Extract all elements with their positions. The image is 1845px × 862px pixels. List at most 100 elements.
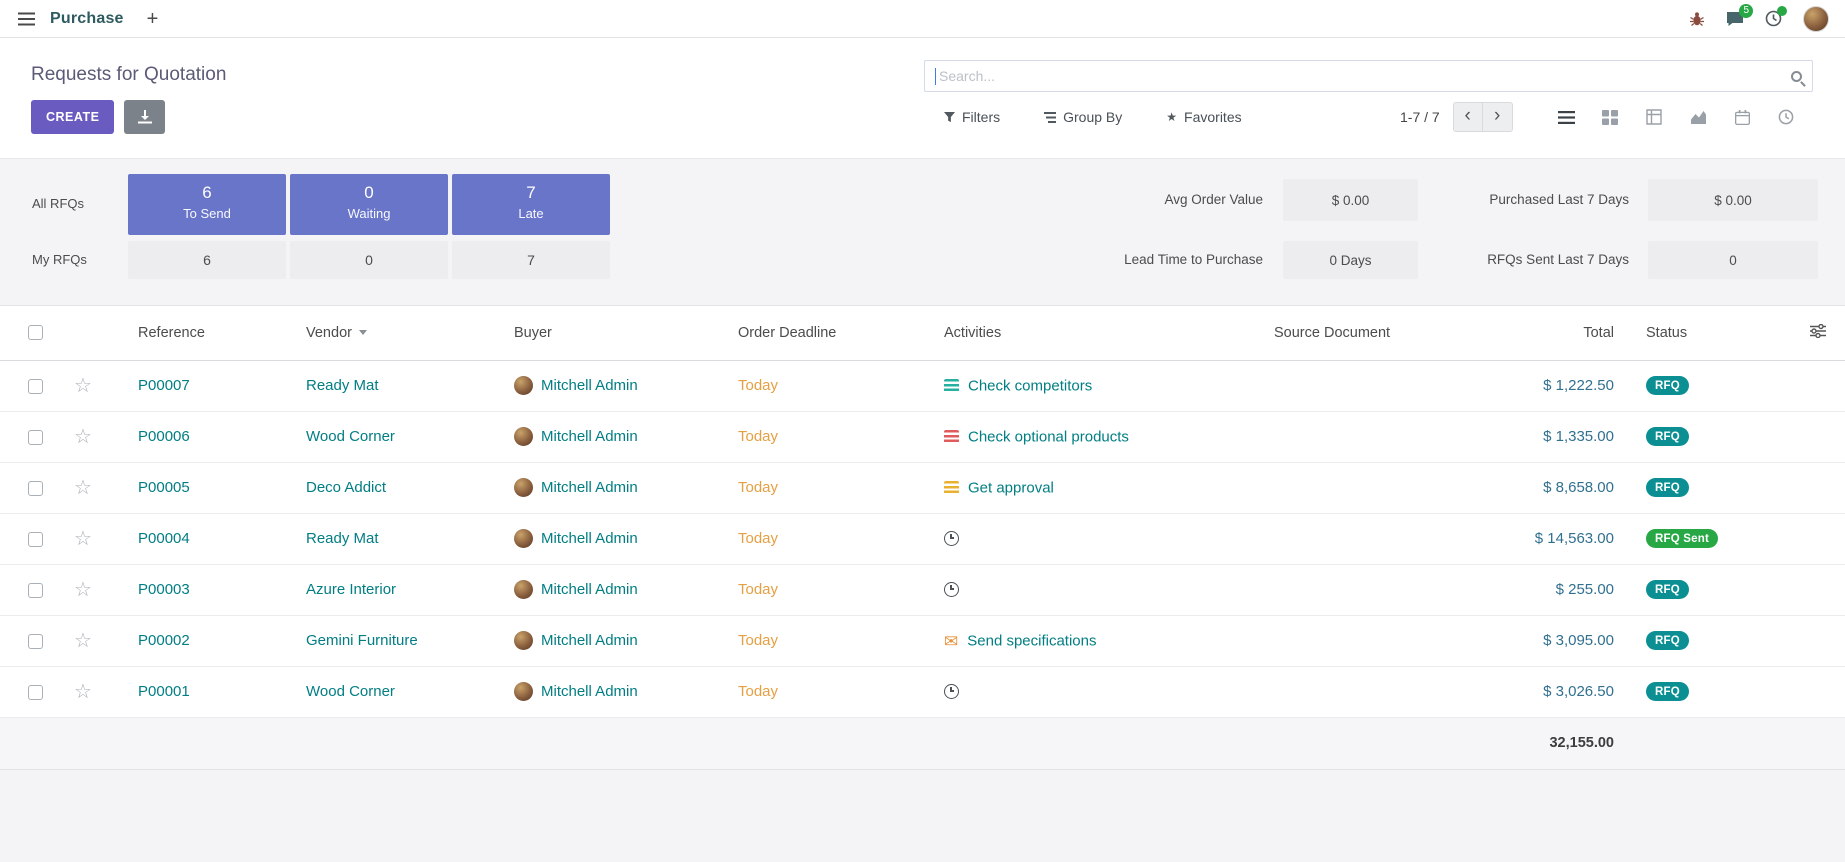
deadline-cell[interactable]: Today <box>722 462 928 513</box>
apps-menu-icon[interactable] <box>18 12 35 26</box>
search-box[interactable] <box>924 60 1813 92</box>
deadline-cell[interactable]: Today <box>722 615 928 666</box>
export-button[interactable] <box>124 100 165 134</box>
favorite-star-icon[interactable] <box>74 579 92 601</box>
vendor-cell[interactable]: Gemini Furniture <box>290 615 498 666</box>
buyer-link[interactable]: Mitchell Admin <box>541 683 638 700</box>
reference-link[interactable]: P00007 <box>138 377 190 394</box>
select-all-checkbox[interactable] <box>28 325 43 340</box>
reference-cell[interactable]: P00005 <box>108 462 290 513</box>
column-header-activities[interactable]: Activities <box>928 306 1258 360</box>
vendor-link[interactable]: Gemini Furniture <box>306 632 418 649</box>
table-row[interactable]: P00007 Ready Mat Mitchell Admin Today Ch… <box>0 360 1845 411</box>
deadline-cell[interactable]: Today <box>722 411 928 462</box>
view-graph-button[interactable] <box>1676 101 1720 133</box>
tile-to-send[interactable]: 6 To Send <box>128 174 286 235</box>
activity-cell[interactable]: Check competitors <box>928 360 1258 411</box>
deadline-cell[interactable]: Today <box>722 360 928 411</box>
activity-cell[interactable]: Get approval <box>928 462 1258 513</box>
favorite-star-icon[interactable] <box>74 681 92 703</box>
row-checkbox[interactable] <box>28 481 43 496</box>
view-kanban-button[interactable] <box>1588 101 1632 133</box>
activity-cell[interactable] <box>928 666 1258 717</box>
buyer-cell[interactable]: Mitchell Admin <box>498 360 722 411</box>
my-to-send-count[interactable]: 6 <box>128 241 286 279</box>
activity-cell[interactable]: Check optional products <box>928 411 1258 462</box>
vendor-link[interactable]: Ready Mat <box>306 377 379 394</box>
clock-activity-icon[interactable] <box>944 684 959 699</box>
buyer-cell[interactable]: Mitchell Admin <box>498 411 722 462</box>
buyer-link[interactable]: Mitchell Admin <box>541 632 638 649</box>
vendor-cell[interactable]: Wood Corner <box>290 411 498 462</box>
table-row[interactable]: P00005 Deco Addict Mitchell Admin Today … <box>0 462 1845 513</box>
tile-late[interactable]: 7 Late <box>452 174 610 235</box>
vendor-link[interactable]: Deco Addict <box>306 479 386 496</box>
reference-cell[interactable]: P00002 <box>108 615 290 666</box>
favorite-star-icon[interactable] <box>74 477 92 499</box>
filters-button[interactable]: Filters <box>944 109 1000 125</box>
view-list-button[interactable] <box>1544 101 1588 133</box>
vendor-link[interactable]: Wood Corner <box>306 683 395 700</box>
deadline-cell[interactable]: Today <box>722 564 928 615</box>
deadline-cell[interactable]: Today <box>722 513 928 564</box>
vendor-cell[interactable]: Ready Mat <box>290 513 498 564</box>
buyer-cell[interactable]: Mitchell Admin <box>498 615 722 666</box>
activity-cell[interactable] <box>928 513 1258 564</box>
view-activity-button[interactable] <box>1764 101 1808 133</box>
activity-label[interactable]: Check optional products <box>968 428 1129 445</box>
column-header-reference[interactable]: Reference <box>108 306 290 360</box>
row-checkbox[interactable] <box>28 430 43 445</box>
reference-cell[interactable]: P00006 <box>108 411 290 462</box>
tile-waiting[interactable]: 0 Waiting <box>290 174 448 235</box>
reference-cell[interactable]: P00004 <box>108 513 290 564</box>
row-checkbox[interactable] <box>28 634 43 649</box>
search-icon[interactable] <box>1791 71 1802 82</box>
table-row[interactable]: P00004 Ready Mat Mitchell Admin Today $ … <box>0 513 1845 564</box>
vendor-link[interactable]: Ready Mat <box>306 530 379 547</box>
buyer-cell[interactable]: Mitchell Admin <box>498 513 722 564</box>
table-row[interactable]: P00001 Wood Corner Mitchell Admin Today … <box>0 666 1845 717</box>
column-header-source[interactable]: Source Document <box>1258 306 1490 360</box>
user-avatar[interactable] <box>1803 6 1829 32</box>
favorite-star-icon[interactable] <box>74 528 92 550</box>
list-activity-icon[interactable] <box>944 379 959 392</box>
buyer-link[interactable]: Mitchell Admin <box>541 377 638 394</box>
reference-link[interactable]: P00002 <box>138 632 190 649</box>
table-row[interactable]: P00003 Azure Interior Mitchell Admin Tod… <box>0 564 1845 615</box>
activity-cell[interactable]: Send specifications <box>928 615 1258 666</box>
buyer-link[interactable]: Mitchell Admin <box>541 479 638 496</box>
buyer-link[interactable]: Mitchell Admin <box>541 530 638 547</box>
deadline-cell[interactable]: Today <box>722 666 928 717</box>
vendor-link[interactable]: Wood Corner <box>306 428 395 445</box>
pager-previous-button[interactable] <box>1453 102 1483 132</box>
pager-next-button[interactable] <box>1483 102 1513 132</box>
vendor-cell[interactable]: Wood Corner <box>290 666 498 717</box>
buyer-cell[interactable]: Mitchell Admin <box>498 564 722 615</box>
favorite-star-icon[interactable] <box>74 426 92 448</box>
vendor-cell[interactable]: Deco Addict <box>290 462 498 513</box>
plus-icon[interactable]: + <box>147 9 159 29</box>
activity-cell[interactable] <box>928 564 1258 615</box>
row-checkbox[interactable] <box>28 583 43 598</box>
favorite-star-icon[interactable] <box>74 375 92 397</box>
optional-columns-icon[interactable] <box>1810 324 1826 338</box>
column-header-buyer[interactable]: Buyer <box>498 306 722 360</box>
envelope-activity-icon[interactable] <box>944 633 958 650</box>
favorites-button[interactable]: Favorites <box>1166 109 1241 125</box>
column-header-vendor[interactable]: Vendor <box>290 306 498 360</box>
reference-cell[interactable]: P00007 <box>108 360 290 411</box>
buyer-link[interactable]: Mitchell Admin <box>541 581 638 598</box>
activity-label[interactable]: Get approval <box>968 479 1054 496</box>
clock-activity-icon[interactable] <box>944 582 959 597</box>
my-waiting-count[interactable]: 0 <box>290 241 448 279</box>
column-header-status[interactable]: Status <box>1630 306 1790 360</box>
reference-link[interactable]: P00004 <box>138 530 190 547</box>
activity-label[interactable]: Check competitors <box>968 377 1092 394</box>
buyer-cell[interactable]: Mitchell Admin <box>498 462 722 513</box>
row-checkbox[interactable] <box>28 532 43 547</box>
view-pivot-button[interactable] <box>1632 101 1676 133</box>
buyer-link[interactable]: Mitchell Admin <box>541 428 638 445</box>
group-by-button[interactable]: Group By <box>1044 109 1122 125</box>
reference-cell[interactable]: P00001 <box>108 666 290 717</box>
reference-link[interactable]: P00005 <box>138 479 190 496</box>
